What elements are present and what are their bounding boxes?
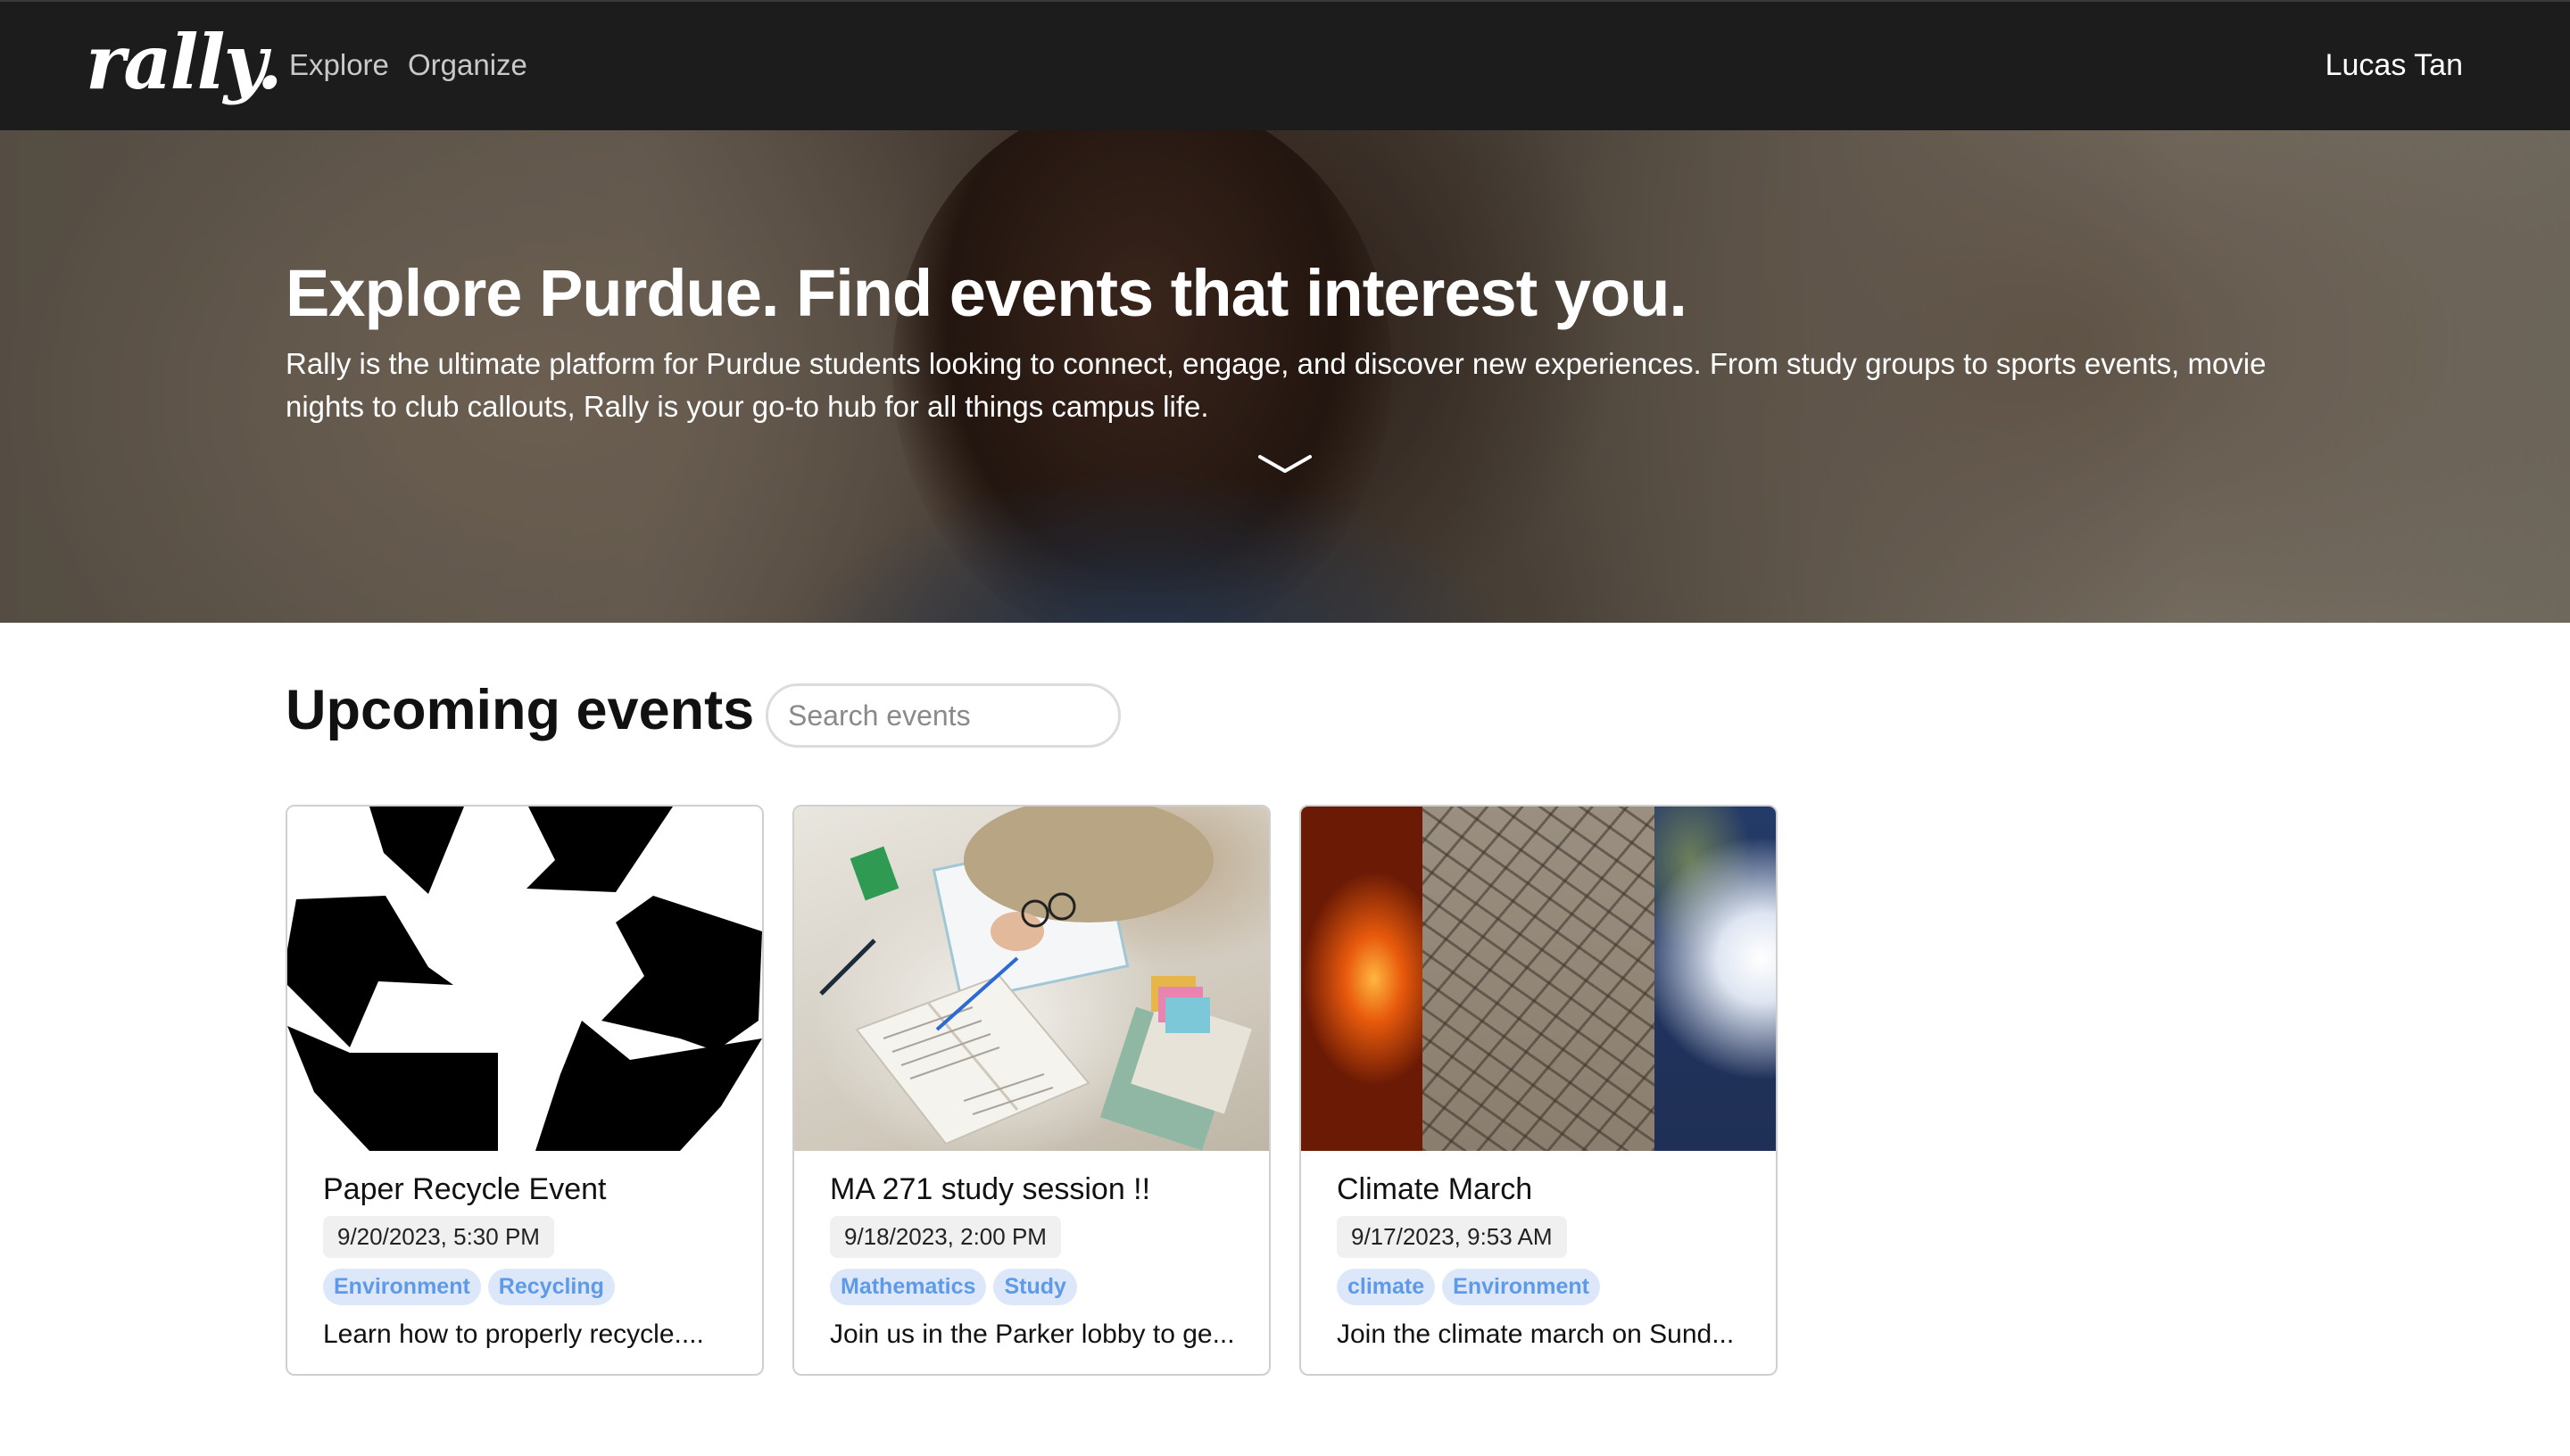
- top-nav: rally. Explore Organize Lucas Tan: [0, 0, 2570, 130]
- event-card-climate-march[interactable]: Climate March 9/17/2023, 9:53 AM climate…: [1299, 805, 1778, 1376]
- chevron-down-icon[interactable]: [1258, 451, 1312, 478]
- event-tags: Environment Recycling: [323, 1269, 735, 1305]
- recycle-icon: [287, 807, 762, 1151]
- card-body: Paper Recycle Event 9/20/2023, 5:30 PM E…: [323, 1172, 735, 1350]
- upcoming-events-heading: Upcoming events: [286, 679, 755, 741]
- event-title: MA 271 study session !!: [830, 1172, 1151, 1206]
- event-tags: Mathematics Study: [830, 1269, 1242, 1305]
- event-title: Paper Recycle Event: [323, 1172, 607, 1206]
- climate-collage-photo: [1301, 807, 1776, 1151]
- nav-organize-link[interactable]: Organize: [408, 48, 527, 82]
- event-tags: climate Environment: [1337, 1269, 1749, 1305]
- event-date: 9/17/2023, 9:53 AM: [1337, 1216, 1567, 1258]
- hero-description: Rally is the ultimate platform for Purdu…: [286, 347, 2267, 423]
- search-events-input[interactable]: [766, 683, 1121, 748]
- rally-logo[interactable]: rally.: [86, 18, 283, 106]
- nav-explore-link[interactable]: Explore: [289, 48, 389, 82]
- event-date: 9/20/2023, 5:30 PM: [323, 1216, 554, 1258]
- study-desk-photo: [794, 807, 1269, 1151]
- event-title: Climate March: [1337, 1172, 1533, 1206]
- hurricane-photo: [1654, 807, 1776, 1151]
- event-date: 9/18/2023, 2:00 PM: [830, 1216, 1061, 1258]
- event-description: Join the climate march on Sund...: [1337, 1320, 1735, 1349]
- tag[interactable]: Recycling: [487, 1269, 615, 1305]
- event-card-ma271-study[interactable]: MA 271 study session !! 9/18/2023, 2:00 …: [792, 805, 1271, 1376]
- card-body: MA 271 study session !! 9/18/2023, 2:00 …: [830, 1172, 1242, 1350]
- event-description: Learn how to properly recycle....: [323, 1320, 704, 1349]
- hero-title: Explore Purdue. Find events that interes…: [286, 256, 1687, 330]
- wildfire-photo: [1301, 807, 1422, 1151]
- tag[interactable]: Environment: [1442, 1269, 1600, 1305]
- user-menu[interactable]: Lucas Tan: [2325, 48, 2463, 83]
- tag[interactable]: Study: [993, 1269, 1077, 1305]
- tag[interactable]: climate: [1337, 1269, 1436, 1305]
- tag[interactable]: Mathematics: [830, 1269, 987, 1305]
- card-body: Climate March 9/17/2023, 9:53 AM climate…: [1337, 1172, 1749, 1350]
- event-description: Join us in the Parker lobby to ge...: [830, 1320, 1235, 1349]
- event-card-paper-recycle[interactable]: Paper Recycle Event 9/20/2023, 5:30 PM E…: [286, 805, 764, 1376]
- drought-photo: [1422, 807, 1654, 1151]
- hero-banner: Explore Purdue. Find events that interes…: [0, 130, 2570, 623]
- tag[interactable]: Environment: [323, 1269, 481, 1305]
